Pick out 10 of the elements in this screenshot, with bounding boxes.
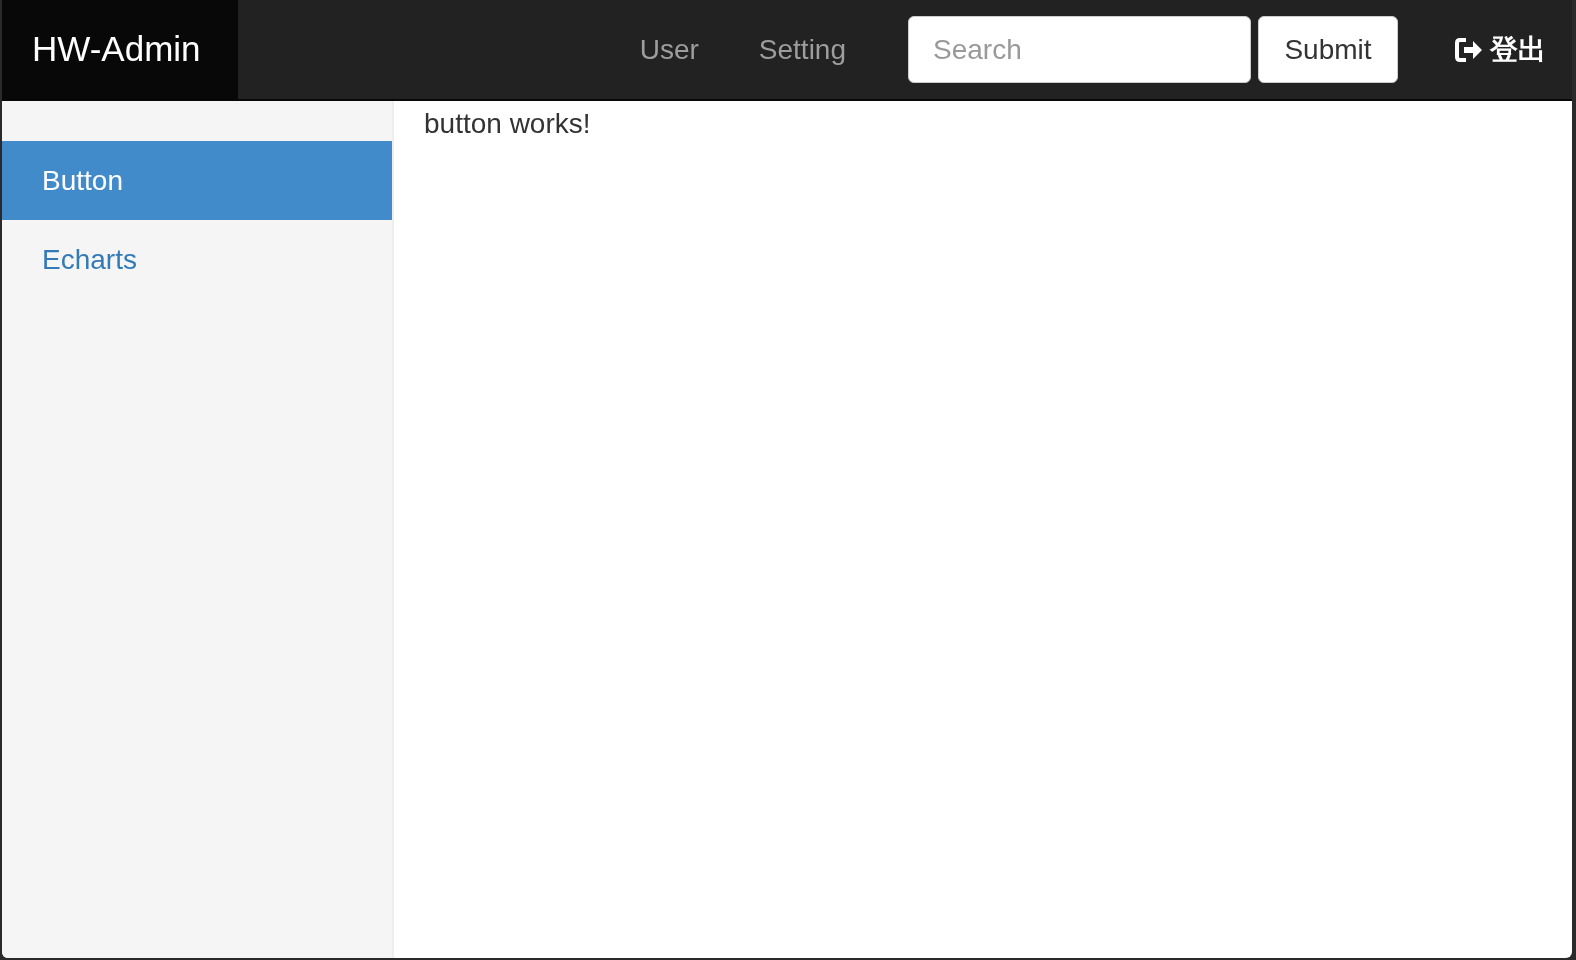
sign-out-icon (1454, 35, 1484, 64)
logout-link[interactable]: 登出 (1454, 28, 1546, 71)
sidebar-item[interactable]: Button (2, 141, 392, 220)
nav-link[interactable]: Setting (758, 28, 846, 71)
sidebar-item[interactable]: Echarts (2, 220, 392, 299)
submit-button[interactable]: Submit (1258, 16, 1398, 83)
content-text: button works! (424, 107, 592, 141)
search-field[interactable]: Search (908, 16, 1251, 83)
brand-link[interactable]: HW-Admin (2, 0, 238, 99)
nav-link[interactable]: User (639, 28, 699, 71)
